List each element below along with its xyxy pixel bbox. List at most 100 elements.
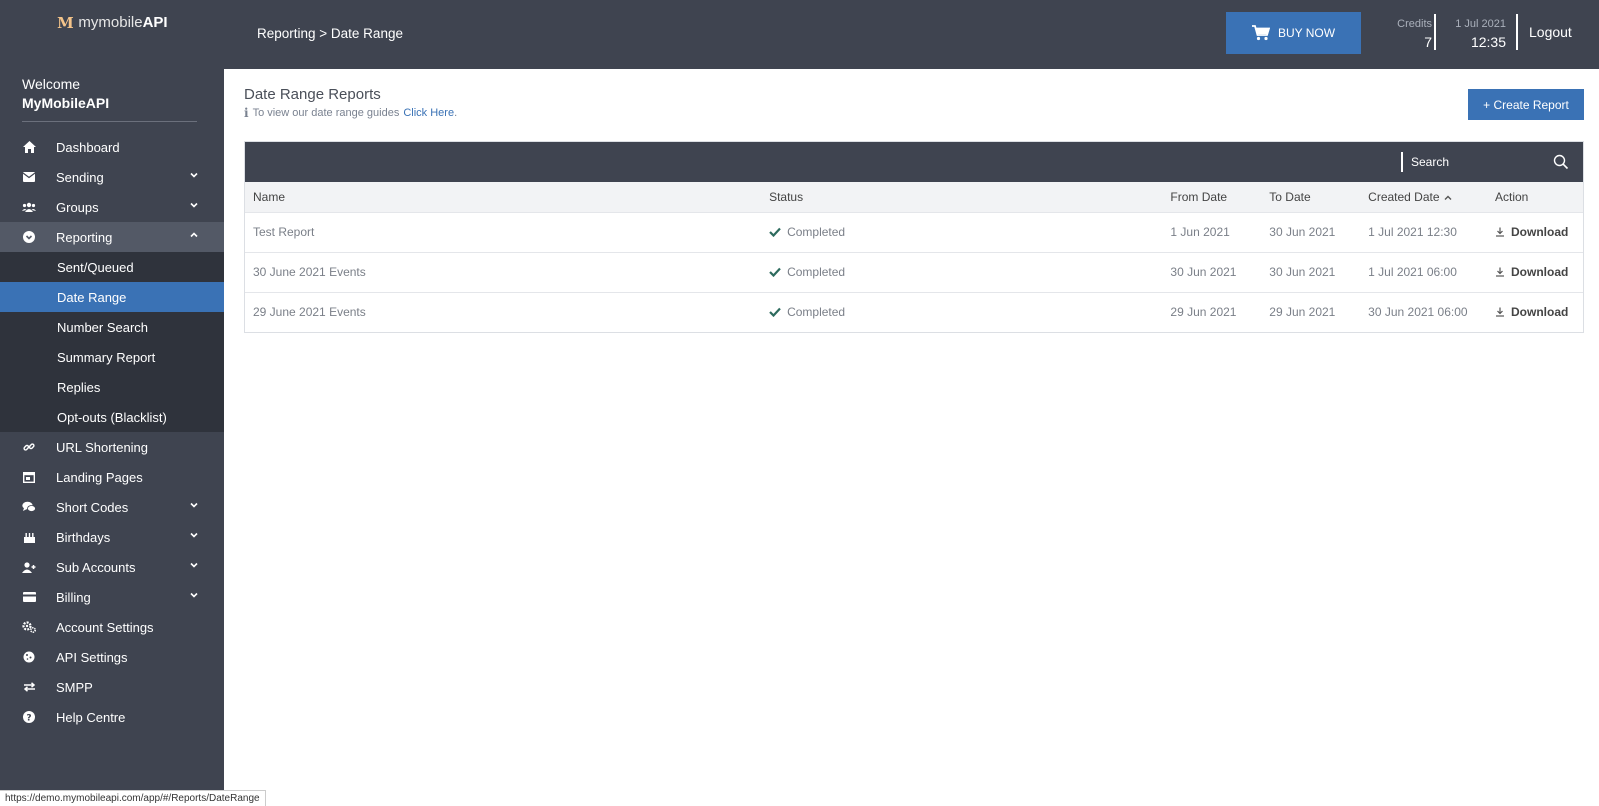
credits-value: 7	[1424, 34, 1432, 50]
sidebar-item-label: Sent/Queued	[57, 259, 134, 275]
table-row: 29 June 2021 Events Completed 29 Jun 202…	[245, 292, 1583, 332]
guide-text-end: .	[454, 107, 458, 119]
column-header-created-date[interactable]: Created Date	[1360, 182, 1487, 212]
download-icon	[1496, 227, 1504, 237]
chevron-down-icon	[190, 562, 198, 568]
status-label: Completed	[787, 224, 846, 239]
sidebar-item-groups[interactable]: Groups	[0, 192, 224, 222]
cell-action: Download	[1487, 212, 1583, 252]
sidebar-subitem-sent-queued[interactable]: Sent/Queued	[0, 252, 224, 282]
page-title: Date Range Reports	[244, 86, 381, 103]
chevron-down-icon	[190, 172, 198, 178]
download-link[interactable]: Download	[1495, 225, 1568, 239]
sidebar-item-help-centre[interactable]: ? Help Centre	[0, 702, 224, 732]
sidebar-item-label: Help Centre	[56, 709, 126, 725]
sidebar-subitem-replies[interactable]: Replies	[0, 372, 224, 402]
cell-from-date: 30 Jun 2021	[1170, 265, 1237, 279]
sidebar-item-url-shortening[interactable]: URL Shortening	[0, 432, 224, 462]
sidebar-item-label: URL Shortening	[56, 439, 149, 455]
reporting-submenu: Sent/Queued Date Range Number Search Sum…	[0, 252, 224, 432]
check-icon	[769, 227, 781, 237]
welcome-greeting: Welcome	[22, 76, 81, 92]
search-icon[interactable]	[1553, 154, 1569, 170]
cell-name: 30 June 2021 Events	[253, 265, 366, 279]
sidebar-item-sending[interactable]: Sending	[0, 162, 224, 192]
column-header-action: Action	[1495, 189, 1529, 204]
created-date-label: Created Date	[1368, 189, 1440, 204]
logo-text: mymobileAPI	[78, 14, 168, 31]
cookie-icon	[22, 650, 36, 664]
sidebar-item-api-settings[interactable]: API Settings	[0, 642, 224, 672]
credit-card-icon	[22, 590, 36, 604]
logo[interactable]: M mymobileAPI	[0, 0, 224, 68]
download-icon	[1496, 267, 1504, 277]
status-label: Completed	[787, 264, 846, 279]
breadcrumb: Reporting > Date Range	[257, 26, 403, 41]
column-header-to-date[interactable]: To Date	[1261, 182, 1360, 212]
chevron-up-icon	[190, 232, 198, 238]
download-label: Download	[1511, 304, 1569, 319]
sidebar-item-sub-accounts[interactable]: Sub Accounts	[0, 552, 224, 582]
sidebar-item-short-codes[interactable]: Short Codes	[0, 492, 224, 522]
download-icon	[1496, 307, 1504, 317]
topbar-divider	[1434, 14, 1436, 50]
sidebar-item-label: Birthdays	[56, 529, 111, 545]
welcome-divider	[22, 121, 197, 122]
chevron-down-icon	[190, 502, 198, 508]
chevron-down-icon	[190, 202, 198, 208]
chevron-down-icon	[190, 532, 198, 538]
sidebar-subitem-date-range[interactable]: Date Range	[0, 282, 224, 312]
sidebar-subitem-opt-outs[interactable]: Opt-outs (Blacklist)	[0, 402, 224, 432]
window-icon	[22, 470, 36, 484]
welcome-user: MyMobileAPI	[22, 95, 110, 111]
current-date: 1 Jul 2021	[1455, 18, 1506, 30]
chevron-circle-icon	[22, 230, 36, 244]
sidebar-item-label: Groups	[56, 199, 99, 215]
search-divider	[1401, 152, 1403, 172]
sidebar-item-label: Date Range	[57, 289, 127, 305]
search-input[interactable]	[1411, 150, 1541, 174]
reports-table-grid: Name Status From Date To Date Created Da…	[245, 182, 1583, 332]
download-link[interactable]: Download	[1495, 265, 1568, 279]
status-bar-url: https://demo.mymobileapi.com/app/#/Repor…	[0, 790, 266, 806]
sidebar-item-label: Dashboard	[56, 139, 120, 155]
cell-status: Completed	[761, 212, 1162, 252]
column-header-status[interactable]: Status	[761, 182, 1162, 212]
cart-icon	[1251, 25, 1270, 41]
sidebar-item-landing-pages[interactable]: Landing Pages	[0, 462, 224, 492]
logout-link[interactable]: Logout	[1529, 24, 1572, 40]
sidebar-item-smpp[interactable]: SMPP	[0, 672, 224, 702]
chat-icon	[22, 500, 36, 514]
sidebar-item-account-settings[interactable]: Account Settings	[0, 612, 224, 642]
sidebar-item-billing[interactable]: Billing	[0, 582, 224, 612]
download-link[interactable]: Download	[1495, 305, 1568, 319]
column-header-name[interactable]: Name	[245, 182, 761, 212]
gears-icon	[22, 620, 36, 634]
column-header-from-date[interactable]: From Date	[1162, 182, 1261, 212]
reports-table: Name Status From Date To Date Created Da…	[244, 141, 1584, 333]
credits-display: Credits 7	[1368, 18, 1432, 50]
sidebar-item-label: Account Settings	[56, 619, 154, 635]
sidebar-item-label: Sub Accounts	[56, 559, 136, 575]
sidebar-item-birthdays[interactable]: Birthdays	[0, 522, 224, 552]
sidebar-item-label: Billing	[56, 589, 91, 605]
cell-created-date: 1 Jul 2021 12:30	[1368, 225, 1457, 239]
sidebar-item-reporting[interactable]: Reporting	[0, 222, 224, 252]
sidebar-subitem-number-search[interactable]: Number Search	[0, 312, 224, 342]
create-report-button[interactable]: + Create Report	[1468, 89, 1584, 120]
sidebar-subitem-summary-report[interactable]: Summary Report	[0, 342, 224, 372]
guide-note: i To view our date range guides Click He…	[244, 106, 457, 120]
sidebar-item-label: Replies	[57, 379, 101, 395]
sidebar-item-label: SMPP	[56, 679, 93, 695]
buy-now-button[interactable]: BUY NOW	[1226, 12, 1361, 54]
welcome-block: Welcome MyMobileAPI	[0, 68, 224, 111]
main-content: Date Range Reports i To view our date ra…	[224, 69, 1599, 806]
users-icon	[22, 200, 36, 214]
cell-status: Completed	[761, 292, 1162, 332]
link-icon	[22, 440, 36, 454]
cell-to-date: 30 Jun 2021	[1269, 225, 1336, 239]
sidebar-item-dashboard[interactable]: Dashboard	[0, 132, 224, 162]
current-time: 12:35	[1470, 34, 1506, 50]
user-plus-icon	[22, 560, 36, 574]
guide-link[interactable]: Click Here	[403, 107, 454, 119]
